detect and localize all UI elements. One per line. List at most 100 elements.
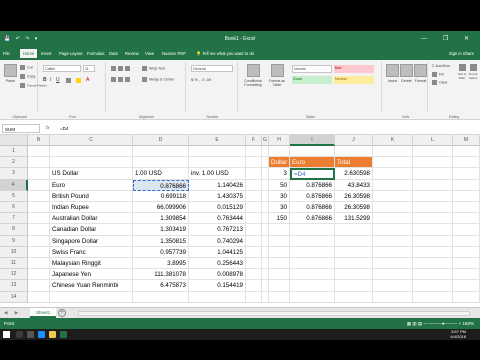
task-view-icon[interactable] xyxy=(27,331,34,338)
currency-rate[interactable]: 1.303419 xyxy=(133,224,189,236)
column-header-k[interactable]: K xyxy=(373,135,413,146)
zoom-controls[interactable]: ▦ ▥ ▤ — ────●──── + 160% xyxy=(407,321,474,327)
cell-l3[interactable] xyxy=(413,168,453,180)
paste-button[interactable]: Paste xyxy=(4,64,17,83)
column-header-m[interactable]: M xyxy=(453,135,480,146)
cell-g13[interactable] xyxy=(262,280,269,292)
name-box[interactable]: SUM xyxy=(2,124,40,133)
cell-l12[interactable] xyxy=(413,269,453,281)
cell-l2[interactable] xyxy=(413,157,453,169)
cell-k9[interactable] xyxy=(373,235,413,247)
column-header-i[interactable]: I xyxy=(290,135,335,146)
row-header-1[interactable]: 1 xyxy=(0,146,28,158)
currency-inverse-rate[interactable]: 1.140426 xyxy=(189,179,246,191)
row-header-14[interactable]: 14 xyxy=(0,291,28,303)
cell-k11[interactable] xyxy=(373,258,413,270)
cell-e2[interactable] xyxy=(189,157,246,169)
currency-name[interactable]: British Pound xyxy=(50,190,133,202)
cell-c2[interactable] xyxy=(50,157,133,169)
currency-base-label[interactable]: US Dollar xyxy=(50,168,133,180)
sheet-nav-arrows[interactable]: ◀ ▶ xyxy=(4,310,21,316)
calc-dollar[interactable]: 30 xyxy=(269,202,290,214)
cell-m5[interactable] xyxy=(453,190,480,202)
row-header-4[interactable]: 4 xyxy=(0,179,28,191)
cell-j9[interactable] xyxy=(335,235,373,247)
currency-name[interactable]: Australian Dollar xyxy=(50,213,133,225)
select-all-corner[interactable] xyxy=(0,135,28,146)
cell-g14[interactable] xyxy=(262,291,269,303)
cell-f11[interactable] xyxy=(246,258,262,270)
format-cells-button[interactable]: Format xyxy=(414,64,427,83)
currency-button[interactable]: $ % , .0 .00 xyxy=(191,77,211,82)
calc-dollar[interactable]: 3 xyxy=(269,168,290,180)
cell-g12[interactable] xyxy=(262,269,269,281)
tab-nuance-pdf[interactable]: Nuance PDF xyxy=(162,51,186,56)
cell-k13[interactable] xyxy=(373,280,413,292)
cell-f3[interactable] xyxy=(246,168,262,180)
currency-inverse-rate[interactable]: 0.763444 xyxy=(189,213,246,225)
cell-k3[interactable] xyxy=(373,168,413,180)
tab-review[interactable]: Review xyxy=(125,51,139,56)
copy-button[interactable]: Copy xyxy=(20,74,35,79)
cell-d2[interactable] xyxy=(133,157,189,169)
cell-f5[interactable] xyxy=(246,190,262,202)
cell-f9[interactable] xyxy=(246,235,262,247)
cell-m7[interactable] xyxy=(453,213,480,225)
cell-m14[interactable] xyxy=(453,291,480,303)
cell-e14[interactable] xyxy=(189,291,246,303)
column-header-j[interactable]: J xyxy=(335,135,373,146)
row-header-10[interactable]: 10 xyxy=(0,246,28,258)
currency-rate[interactable]: 1.350815 xyxy=(133,235,189,247)
cell-b10[interactable] xyxy=(28,246,50,258)
cell-i11[interactable] xyxy=(290,258,335,270)
style-normal[interactable]: Normal xyxy=(292,65,332,73)
cell-g3[interactable] xyxy=(262,168,269,180)
style-good[interactable]: Good xyxy=(292,76,332,84)
cell-k10[interactable] xyxy=(373,246,413,258)
tab-file[interactable]: File xyxy=(3,51,10,56)
cell-g7[interactable] xyxy=(262,213,269,225)
cell-l11[interactable] xyxy=(413,258,453,270)
currency-name[interactable]: Indian Rupee xyxy=(50,202,133,214)
cell-m11[interactable] xyxy=(453,258,480,270)
font-name-select[interactable]: Calibri xyxy=(43,65,81,72)
cell-m2[interactable] xyxy=(453,157,480,169)
cell-l14[interactable] xyxy=(413,291,453,303)
fill-button[interactable]: Fill xyxy=(432,72,444,77)
style-bad[interactable]: Bad xyxy=(334,65,374,73)
fill-color-button[interactable] xyxy=(76,78,83,83)
excel-taskbar-icon[interactable] xyxy=(60,331,67,338)
tab-view[interactable]: View xyxy=(145,51,154,56)
insert-cells-button[interactable]: Insert xyxy=(386,64,399,83)
tab-home[interactable]: Home xyxy=(20,49,38,58)
horizontal-scrollbar[interactable] xyxy=(78,311,470,316)
currency-name[interactable]: Swiss Franc xyxy=(50,246,133,258)
calc-euro-editing-cell[interactable]: =D4 xyxy=(290,168,335,180)
cell-b2[interactable] xyxy=(28,157,50,169)
currency-inverse-rate[interactable]: 0.015129 xyxy=(189,202,246,214)
currency-rate[interactable]: 3.8995 xyxy=(133,258,189,270)
cell-b9[interactable] xyxy=(28,235,50,247)
cell-f10[interactable] xyxy=(246,246,262,258)
cell-h13[interactable] xyxy=(269,280,290,292)
cell-m3[interactable] xyxy=(453,168,480,180)
cell-d14[interactable] xyxy=(133,291,189,303)
calc-header-total[interactable]: Total xyxy=(335,157,373,169)
calc-total[interactable]: 26.30598 xyxy=(335,202,373,214)
currency-name[interactable]: Japanese Yen xyxy=(50,269,133,281)
currency-inverse-rate[interactable]: 0.740294 xyxy=(189,235,246,247)
cell-g8[interactable] xyxy=(262,224,269,236)
font-color-button[interactable]: A xyxy=(86,77,89,83)
currency-inverse-rate[interactable]: 0.256443 xyxy=(189,258,246,270)
currency-name[interactable]: Singapore Dollar xyxy=(50,235,133,247)
cell-b4[interactable] xyxy=(28,179,50,191)
cell-m1[interactable] xyxy=(453,146,480,158)
cell-l9[interactable] xyxy=(413,235,453,247)
currency-name[interactable]: Malaysian Ringgit xyxy=(50,258,133,270)
system-clock[interactable]: 3:57 PM 4/4/2016 xyxy=(450,329,466,339)
cell-m13[interactable] xyxy=(453,280,480,292)
tab-page-layout[interactable]: Page Layout xyxy=(59,51,83,56)
align-top-button[interactable] xyxy=(111,66,132,71)
cell-m10[interactable] xyxy=(453,246,480,258)
tab-data[interactable]: Data xyxy=(109,51,118,56)
